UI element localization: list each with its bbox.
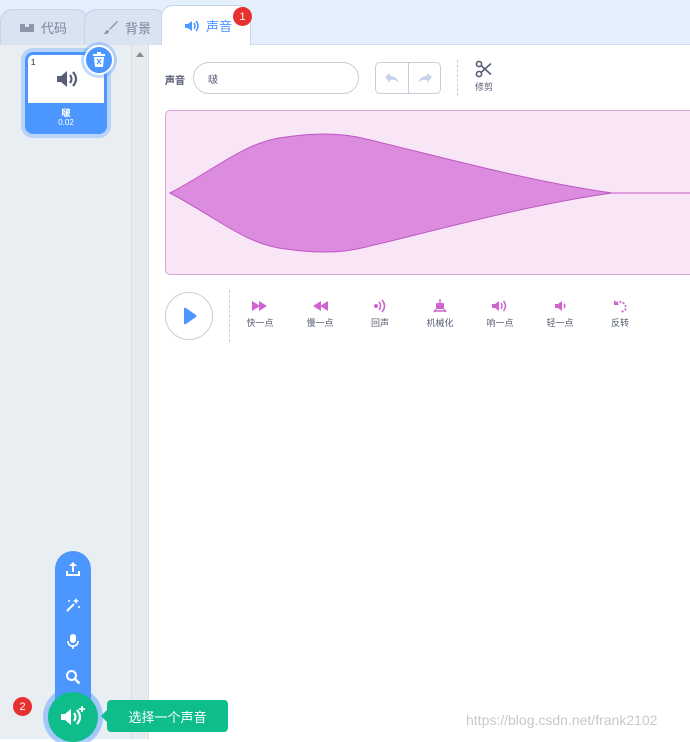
code-icon [20,23,34,32]
reverse-icon [614,300,627,313]
microphone-icon [67,634,79,649]
effect-faster-button[interactable]: 快一点 [240,299,280,329]
redo-icon [417,73,432,83]
sound-name-label: 声音 [165,76,185,87]
choose-sound-tooltip: 选择一个声音 [101,700,228,732]
speaker-icon [185,20,199,31]
effect-reverse-label: 反转 [610,318,629,328]
play-icon [184,307,197,325]
delete-sound-button[interactable] [84,45,114,75]
trash-icon [93,52,105,67]
trim-button[interactable]: 修剪 [470,60,498,98]
record-sound-button[interactable] [55,626,91,656]
search-sound-button[interactable] [55,662,91,692]
robot-icon [433,299,447,313]
tab-bar: 代码 背景 声音 1 [0,0,690,45]
tab-code[interactable]: 代码 [0,9,88,45]
effect-faster-label: 快一点 [246,318,274,328]
scissors-icon [475,60,492,78]
effect-reverse-button[interactable]: 反转 [600,299,640,329]
brush-icon [104,20,118,34]
echo-icon [374,299,386,313]
play-button[interactable] [165,292,213,340]
effect-slower-button[interactable]: 慢一点 [300,299,340,329]
choose-sound-button[interactable] [48,692,98,742]
add-sound-menu [55,551,91,701]
tab-sounds-label: 声音 [206,19,233,34]
undo-button[interactable] [375,62,409,94]
add-sound-icon [61,706,85,725]
effect-echo-button[interactable]: 回声 [360,299,400,329]
effect-robot-label: 机械化 [426,318,454,328]
upload-icon [66,562,80,576]
louder-icon [492,300,507,312]
watermark: https://blog.csdn.net/frank2102 [466,712,658,728]
surprise-sound-button[interactable] [55,590,91,620]
trim-label: 修剪 [474,82,493,92]
search-icon [66,670,81,685]
softer-icon [555,301,566,311]
effect-softer-button[interactable]: 轻一点 [540,299,580,329]
effect-slower-label: 慢一点 [306,318,334,328]
waveform-panel[interactable] [165,110,690,275]
effect-louder-button[interactable]: 响一点 [480,299,520,329]
effect-louder-label: 响一点 [486,318,514,328]
effect-echo-label: 回声 [370,318,389,328]
faster-icon [252,301,267,311]
sound-tile-number: 1 [31,58,36,67]
upload-sound-button[interactable] [55,554,91,584]
slower-icon [313,301,328,311]
speaker-icon [57,71,78,87]
effect-robot-button[interactable]: 机械化 [420,299,460,329]
tab-backdrop[interactable]: 背景 [84,9,166,45]
toolbar-divider [457,60,458,96]
undo-icon [385,73,399,83]
annotation-badge-2: 2 [13,697,32,716]
sound-tile-duration: 0.02 [58,118,74,127]
annotation-badge-1: 1 [233,7,252,26]
sound-name-input[interactable] [193,62,359,94]
surprise-icon [66,598,80,612]
scroll-up-arrow[interactable] [136,52,144,57]
tab-code-label: 代码 [41,21,68,36]
waveform [168,133,690,253]
redo-button[interactable] [408,62,441,94]
effect-softer-label: 轻一点 [546,318,574,328]
scrollbar[interactable] [131,45,149,739]
tab-backdrop-label: 背景 [125,21,152,36]
effects-divider [229,290,230,342]
